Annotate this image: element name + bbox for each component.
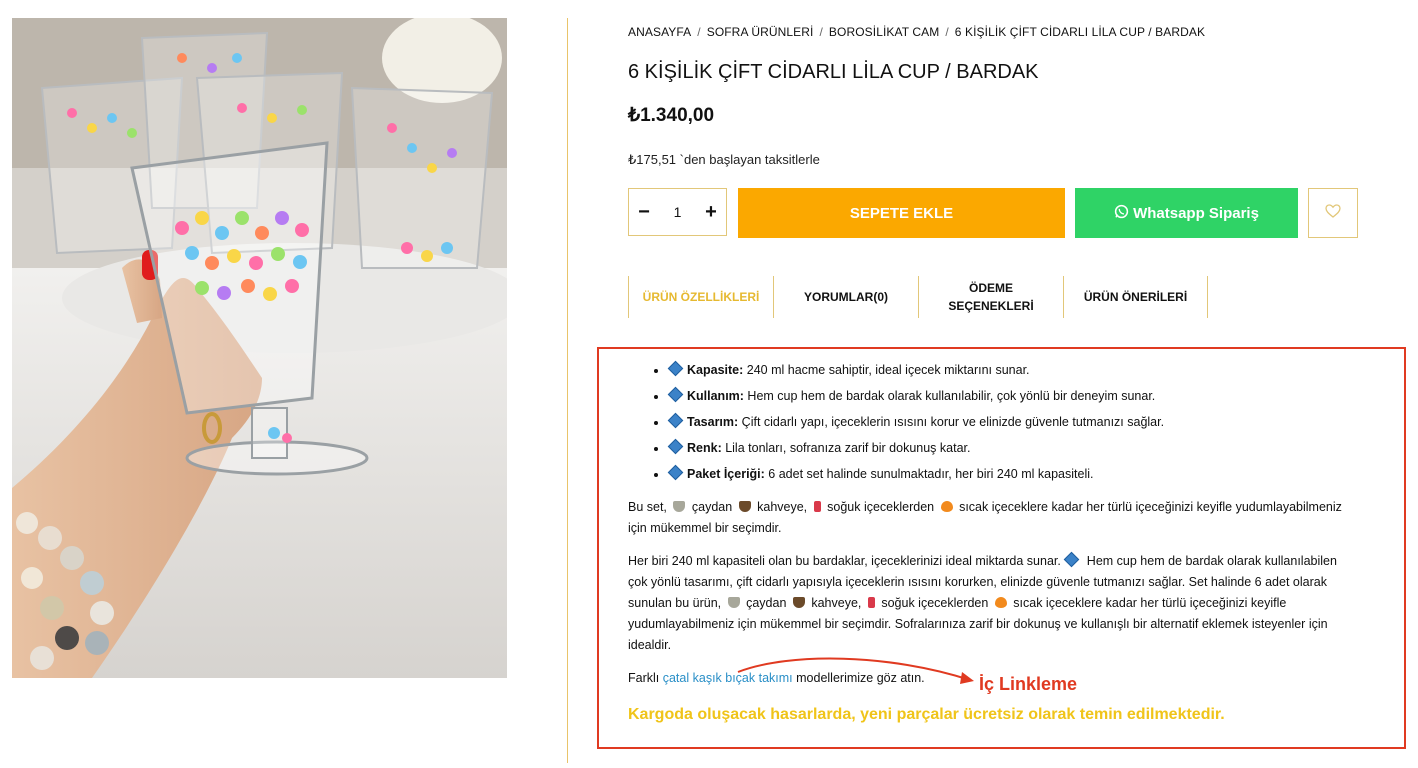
text-fragment: Farklı bbox=[628, 671, 663, 685]
feature-item: Kapasite: 240 ml hacme sahiptir, ideal i… bbox=[667, 360, 1348, 381]
coffee-icon bbox=[738, 501, 751, 512]
blue-diamond-icon bbox=[667, 386, 684, 403]
breadcrumb-borosilikat-cam[interactable]: BOROSİLİKAT CAM bbox=[829, 25, 939, 39]
breadcrumb-sofra-urunleri[interactable]: SOFRA ÜRÜNLERİ bbox=[707, 25, 814, 39]
feature-text: 240 ml hacme sahiptir, ideal içecek mikt… bbox=[743, 363, 1030, 377]
add-to-cart-button[interactable]: SEPETE EKLE bbox=[738, 188, 1065, 238]
favorite-button[interactable] bbox=[1308, 188, 1358, 238]
breadcrumb-separator: / bbox=[697, 25, 701, 39]
product-tabs: ÜRÜN ÖZELLİKLERİ YORUMLAR(0) ÖDEME SEÇEN… bbox=[628, 276, 1208, 318]
cold-drink-icon bbox=[813, 501, 821, 512]
feature-text: Hem cup hem de bardak olarak kullanılabi… bbox=[743, 389, 1156, 403]
add-to-cart-label: SEPETE EKLE bbox=[849, 204, 954, 222]
quantity-decrease-button[interactable]: − bbox=[637, 201, 651, 224]
tea-icon bbox=[727, 597, 740, 608]
whatsapp-icon bbox=[1114, 204, 1129, 223]
description-paragraph-1: Bu set, çaydan kahveye, soğuk içeceklerd… bbox=[628, 497, 1348, 539]
blue-diamond-icon bbox=[667, 360, 684, 377]
coffee-icon bbox=[792, 597, 805, 608]
installment-info: ₺175,51 `den başlayan taksitlerle bbox=[628, 152, 820, 167]
fire-icon bbox=[940, 501, 953, 512]
fire-icon bbox=[994, 597, 1007, 608]
blue-diamond-icon bbox=[667, 464, 684, 481]
product-price: ₺1.340,00 bbox=[628, 105, 715, 126]
breadcrumb-separator: / bbox=[945, 25, 949, 39]
feature-text: Çift cidarlı yapı, içeceklerin ısısını k… bbox=[738, 415, 1165, 429]
text-fragment: soğuk içeceklerden bbox=[877, 596, 992, 610]
feature-text: 6 adet set halinde sunulmaktadır, her bi… bbox=[764, 467, 1094, 481]
cold-drink-icon bbox=[867, 597, 875, 608]
feature-item: Kullanım: Hem cup hem de bardak olarak k… bbox=[667, 386, 1348, 407]
breadcrumb-current[interactable]: 6 KİŞİLİK ÇİFT CİDARLI LİLA CUP / BARDAK bbox=[955, 25, 1205, 39]
breadcrumb: ANASAYFA / SOFRA ÜRÜNLERİ / BOROSİLİKAT CAM /… bbox=[628, 25, 1205, 39]
feature-item: Tasarım: Çift cidarlı yapı, içeceklerin … bbox=[667, 412, 1348, 433]
blue-diamond-icon bbox=[1064, 551, 1080, 568]
quantity-increase-button[interactable]: + bbox=[704, 201, 718, 224]
annotation-arrow-icon bbox=[737, 657, 974, 684]
text-fragment: kahveye, bbox=[753, 500, 811, 514]
feature-item: Paket İçeriği: 6 adet set halinde sunulm… bbox=[667, 464, 1348, 485]
text-fragment: soğuk içeceklerden bbox=[823, 500, 938, 514]
column-divider bbox=[567, 18, 568, 763]
feature-label: Kapasite: bbox=[687, 363, 744, 377]
quantity-stepper: − 1 + bbox=[628, 188, 727, 236]
text-fragment: Bu set, bbox=[628, 500, 671, 514]
product-description: Kapasite: 240 ml hacme sahiptir, ideal i… bbox=[628, 360, 1348, 689]
text-fragment: Her biri 240 ml kapasiteli olan bu barda… bbox=[628, 554, 1065, 568]
shipping-note: Kargoda oluşacak hasarlarda, yeni parçal… bbox=[628, 706, 1225, 723]
breadcrumb-home[interactable]: ANASAYFA bbox=[628, 25, 691, 39]
feature-label: Tasarım: bbox=[687, 415, 739, 429]
feature-label: Kullanım: bbox=[687, 389, 744, 403]
internal-linking-annotation: İç Linkleme bbox=[979, 674, 1078, 694]
product-image[interactable] bbox=[12, 18, 507, 678]
feature-item: Renk: Lila tonları, sofranıza zarif bir … bbox=[667, 438, 1348, 459]
tab-urun-ozellikleri[interactable]: ÜRÜN ÖZELLİKLERİ bbox=[628, 276, 773, 318]
whatsapp-order-button[interactable]: Whatsapp Sipariş bbox=[1075, 188, 1298, 238]
text-fragment: kahveye, bbox=[807, 596, 865, 610]
whatsapp-order-label: Whatsapp Sipariş bbox=[1133, 204, 1259, 222]
tab-odeme-secenekleri[interactable]: ÖDEME SEÇENEKLERİ bbox=[918, 276, 1063, 318]
text-fragment: çaydan bbox=[742, 596, 790, 610]
feature-label: Renk: bbox=[687, 441, 722, 455]
feature-list: Kapasite: 240 ml hacme sahiptir, ideal i… bbox=[628, 360, 1348, 485]
tab-urun-onerileri[interactable]: ÜRÜN ÖNERİLERİ bbox=[1063, 276, 1208, 318]
blue-diamond-icon bbox=[667, 438, 684, 455]
product-photo-illustration bbox=[12, 18, 507, 678]
quantity-value[interactable]: 1 bbox=[674, 204, 682, 220]
heart-icon bbox=[1325, 203, 1341, 223]
description-paragraph-2: Her biri 240 ml kapasiteli olan bu barda… bbox=[628, 551, 1348, 656]
feature-text: Lila tonları, sofranıza zarif bir dokunu… bbox=[721, 441, 971, 455]
blue-diamond-icon bbox=[667, 412, 684, 429]
breadcrumb-separator: / bbox=[819, 25, 823, 39]
text-fragment: çaydan bbox=[688, 500, 736, 514]
feature-label: Paket İçeriği: bbox=[687, 467, 765, 481]
tab-yorumlar[interactable]: YORUMLAR(0) bbox=[773, 276, 918, 318]
product-title: 6 KİŞİLİK ÇİFT CİDARLI LİLA CUP / BARDAK bbox=[628, 61, 1039, 83]
tea-icon bbox=[673, 501, 686, 512]
